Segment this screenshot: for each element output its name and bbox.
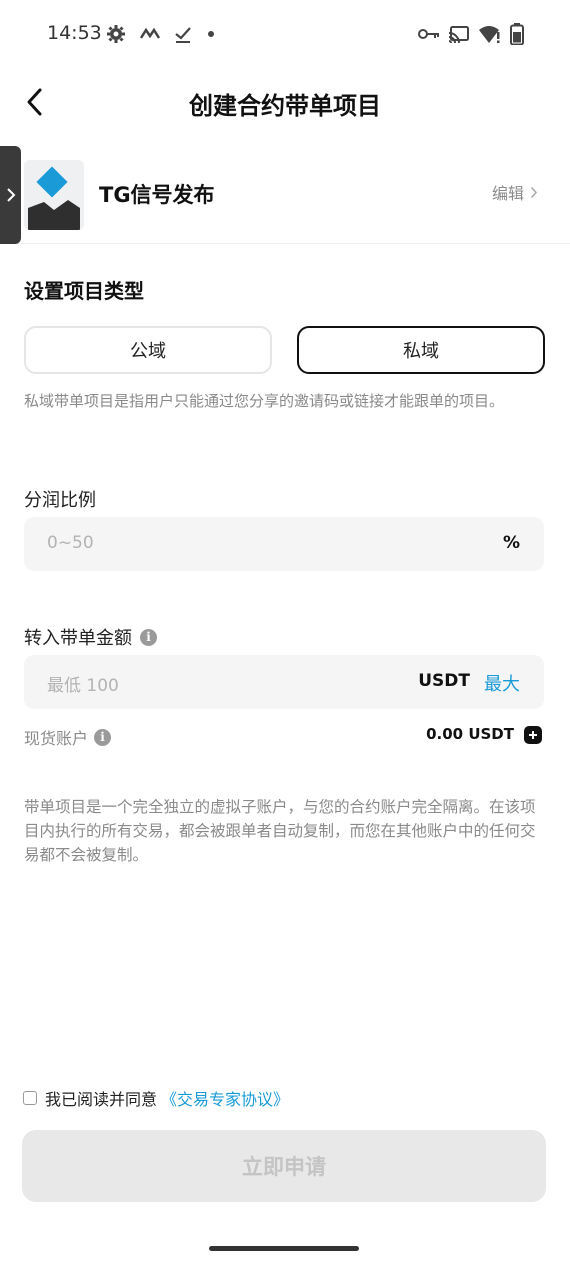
spot-account-label-text: 现货账户: [24, 729, 89, 748]
spot-account-balance: 0.00 USDT: [426, 725, 514, 743]
transfer-amount-input[interactable]: 最低 100 USDT 最大: [24, 655, 544, 709]
agreement-link[interactable]: 《交易专家协议》: [161, 1086, 289, 1110]
type-option-public[interactable]: 公域: [24, 326, 272, 374]
type-option-label: 私域: [403, 341, 439, 362]
project-name: TG信号发布: [99, 183, 215, 207]
profit-share-label-text: 分润比例: [24, 490, 96, 511]
header: 创建合约带单项目: [0, 70, 570, 134]
profit-share-input[interactable]: 0~50 %: [24, 517, 544, 571]
signal-wave-icon: [140, 27, 160, 39]
info-icon[interactable]: i: [140, 628, 157, 646]
add-funds-button[interactable]: [524, 726, 542, 744]
info-icon[interactable]: i: [94, 728, 112, 746]
chevron-right-icon: [530, 186, 538, 198]
percent-suffix: %: [502, 533, 520, 553]
project-avatar[interactable]: [24, 160, 84, 230]
submit-label: 立即申请: [242, 1155, 326, 1179]
isolation-note: 带单项目是一个完全独立的虚拟子账户，与您的合约账户完全隔离。在该项目内执行的所有…: [24, 798, 536, 864]
home-indicator[interactable]: [209, 1246, 359, 1251]
edit-button[interactable]: 编辑: [492, 180, 538, 204]
status-bar: 14:53: [0, 0, 570, 66]
project-row: TG信号发布 编辑: [0, 150, 570, 244]
dot-icon: [208, 31, 214, 37]
spot-account-row: 现货账户 i 0.00 USDT: [24, 723, 544, 749]
project-logo-icon: [24, 160, 84, 230]
agreement-row: 我已阅读并同意 《交易专家协议》: [23, 1086, 289, 1110]
edit-label: 编辑: [491, 184, 524, 203]
type-description: 私域带单项目是指用户只能通过您分享的邀请码或链接才能跟单的项目。: [24, 392, 505, 410]
transfer-amount-label: 转入带单金额 i: [24, 624, 157, 650]
side-drawer-handle[interactable]: [0, 146, 21, 244]
key-icon: [418, 29, 439, 39]
spot-account-label: 现货账户 i: [24, 725, 112, 749]
profit-share-placeholder: 0~50: [47, 533, 94, 553]
check-icon: [175, 27, 191, 43]
status-left-icons: [106, 24, 216, 44]
battery-icon: [510, 23, 524, 45]
chevron-right-icon: [6, 188, 15, 202]
gear-icon: [107, 25, 125, 43]
profit-share-label: 分润比例: [24, 486, 96, 512]
agreement-checkbox[interactable]: [23, 1091, 37, 1105]
cast-icon: [448, 26, 469, 43]
submit-button[interactable]: 立即申请: [22, 1130, 546, 1202]
transfer-amount-placeholder: 最低 100: [47, 676, 119, 696]
type-option-label: 公域: [130, 341, 166, 362]
plus-icon: [529, 731, 537, 739]
agreement-text: 我已阅读并同意: [45, 1090, 158, 1109]
wifi-alert-icon: [479, 26, 500, 43]
status-right-icons: [418, 23, 524, 45]
usdt-unit: USDT: [418, 671, 470, 691]
status-time: 14:53: [47, 22, 102, 44]
transfer-amount-label-text: 转入带单金额: [24, 628, 132, 649]
page-title: 创建合约带单项目: [189, 92, 381, 120]
type-option-private[interactable]: 私域: [297, 326, 545, 374]
max-button[interactable]: 最大: [484, 670, 520, 696]
section-title-project-type: 设置项目类型: [24, 279, 144, 303]
